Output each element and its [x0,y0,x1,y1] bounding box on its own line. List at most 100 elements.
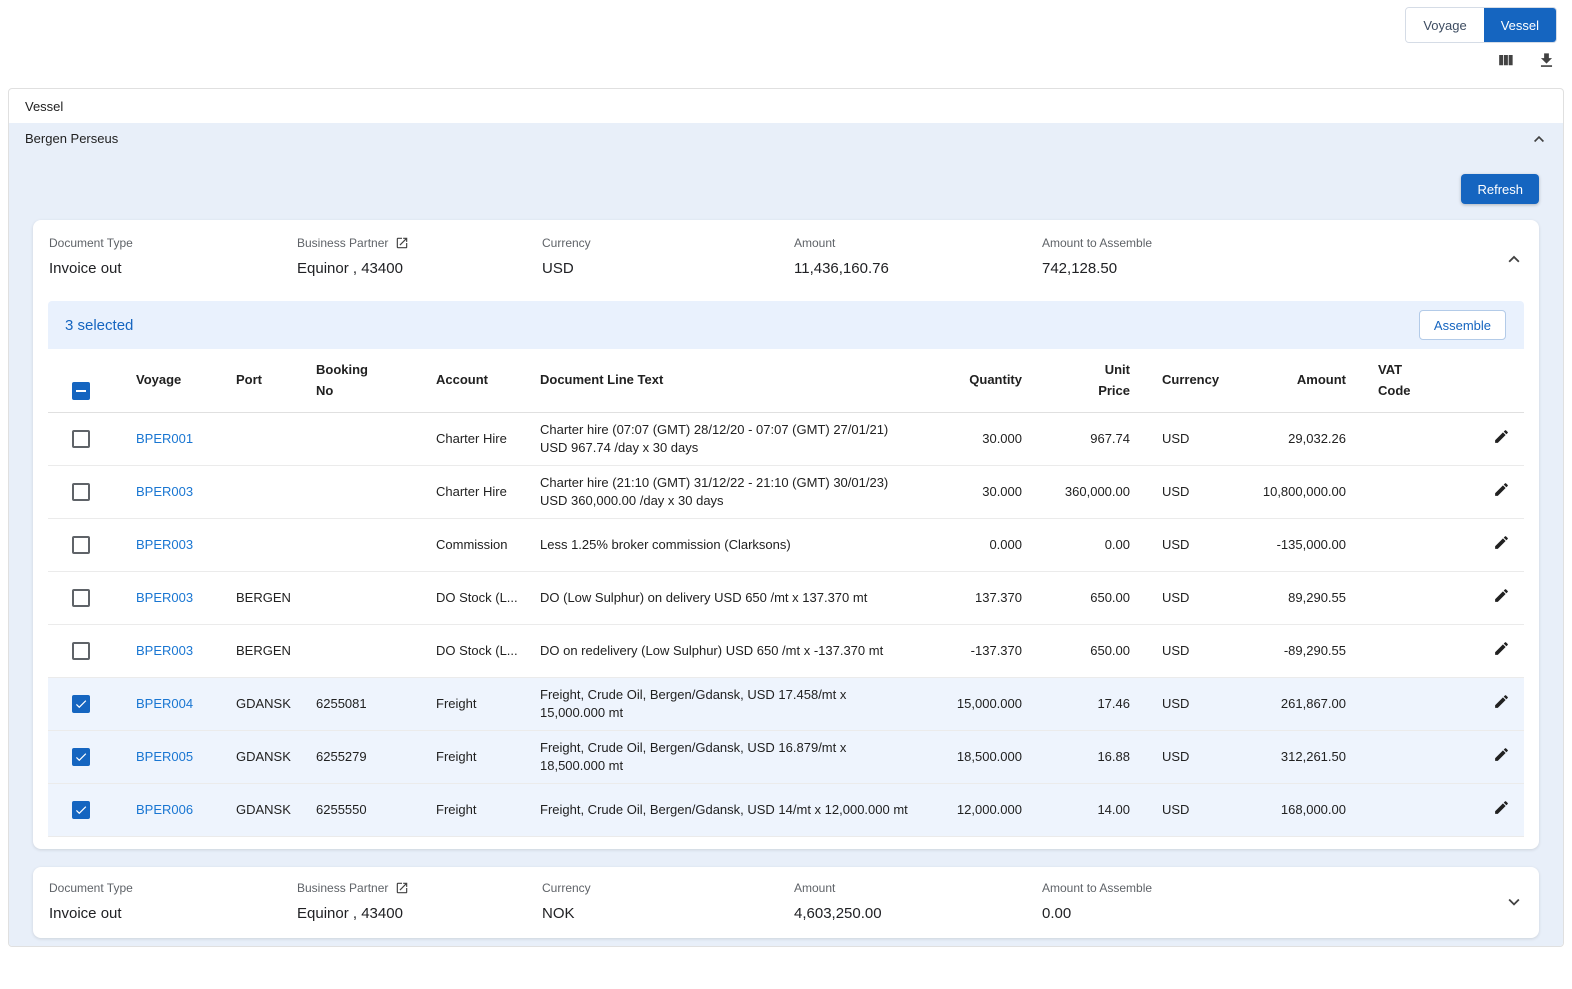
currency-cell: USD [1130,802,1250,819]
row-checkbox[interactable] [72,695,90,713]
row-checkbox[interactable] [72,801,90,819]
currency-cell: USD [1130,590,1250,607]
amount-cell: 168,000.00 [1250,802,1346,819]
amount-to-assemble-label: Amount to Assemble [1042,881,1523,895]
unit-price-cell: 967.74 [1022,431,1130,448]
unit-price-cell: 360,000.00 [1022,484,1130,501]
col-header-quantity: Quantity [922,370,1022,391]
voyage-link[interactable]: BPER006 [136,802,193,817]
amount-to-assemble-field: Amount to Assemble 742,128.50 [1042,236,1523,277]
expand-chevron-down-icon[interactable] [1503,891,1525,913]
chevron-up-icon[interactable] [1529,129,1549,149]
edit-icon[interactable] [1493,587,1510,604]
row-checkbox-cell [48,642,136,660]
amount-to-assemble-value: 0.00 [1042,905,1523,922]
quantity-cell: 0.000 [922,537,1022,554]
table-row: BPER003 BERGEN DO Stock (L... DO (Low Su… [48,572,1524,625]
business-partner-field: Business Partner Equinor , 43400 [297,881,542,922]
amount-label: Amount [794,236,1042,250]
currency-cell: USD [1130,537,1250,554]
document-line-text-cell: Charter hire (07:07 (GMT) 28/12/20 - 07:… [540,421,922,456]
account-cell: Freight [436,802,540,819]
account-cell: Freight [436,696,540,713]
vessel-accordion-content: Refresh Document Type Invoice out Busine… [9,154,1563,946]
unit-price-cell: 0.00 [1022,537,1130,554]
document-header: Document Type Invoice out Business Partn… [33,867,1539,938]
row-checkbox-cell [48,695,136,713]
document-card-nok: Document Type Invoice out Business Partn… [33,867,1539,938]
row-checkbox[interactable] [72,430,90,448]
edit-icon[interactable] [1493,746,1510,763]
collapse-chevron-up-icon[interactable] [1503,248,1525,270]
document-type-value: Invoice out [49,260,297,277]
quantity-cell: 12,000.000 [922,802,1022,819]
document-line-text-cell: Less 1.25% broker commission (Clarksons) [540,536,922,554]
edit-cell [1446,799,1524,821]
document-line-text-cell: DO (Low Sulphur) on delivery USD 650 /mt… [540,589,922,607]
view-toggle-group: Voyage Vessel [1405,7,1557,43]
col-header-vat-code: VAT Code [1346,360,1446,402]
voyage-cell: BPER004 [136,696,236,713]
columns-icon[interactable] [1496,51,1515,70]
row-checkbox[interactable] [72,536,90,554]
document-type-label: Document Type [49,236,297,250]
business-partner-label: Business Partner [297,236,388,250]
amount-to-assemble-value: 742,128.50 [1042,260,1523,277]
row-checkbox[interactable] [72,589,90,607]
row-checkbox[interactable] [72,748,90,766]
port-cell: GDANSK [236,802,316,819]
quantity-cell: 15,000.000 [922,696,1022,713]
select-all-checkbox[interactable] [72,382,90,400]
amount-cell: 29,032.26 [1250,431,1346,448]
quantity-cell: 18,500.000 [922,749,1022,766]
edit-icon[interactable] [1493,481,1510,498]
row-checkbox-cell [48,748,136,766]
voyage-toggle-button[interactable]: Voyage [1406,8,1483,42]
currency-value: USD [542,260,794,277]
external-link-icon[interactable] [395,236,409,250]
external-link-icon[interactable] [395,881,409,895]
voyage-link[interactable]: BPER005 [136,749,193,764]
vessel-accordion-header[interactable]: Bergen Perseus [9,123,1563,154]
topbar: Voyage Vessel [0,0,1572,88]
table-toolbar [1496,51,1556,70]
voyage-link[interactable]: BPER003 [136,643,193,658]
document-type-label: Document Type [49,881,297,895]
quantity-cell: -137.370 [922,643,1022,660]
edit-icon[interactable] [1493,693,1510,710]
edit-icon[interactable] [1493,428,1510,445]
edit-icon[interactable] [1493,799,1510,816]
select-all-cell [48,360,136,402]
voyage-cell: BPER006 [136,802,236,819]
port-cell: BERGEN [236,590,316,607]
vessel-toggle-button[interactable]: Vessel [1484,8,1556,42]
edit-icon[interactable] [1493,640,1510,657]
unit-price-cell: 650.00 [1022,643,1130,660]
edit-icon[interactable] [1493,534,1510,551]
edit-cell [1446,746,1524,768]
row-checkbox[interactable] [72,642,90,660]
voyage-cell: BPER003 [136,484,236,501]
edit-cell [1446,534,1524,556]
edit-cell [1446,640,1524,662]
table-row: BPER003 Commission Less 1.25% broker com… [48,519,1524,572]
row-checkbox[interactable] [72,483,90,501]
amount-cell: 312,261.50 [1250,749,1346,766]
booking-no-cell: 6255550 [316,802,436,819]
voyage-link[interactable]: BPER004 [136,696,193,711]
currency-field: Currency USD [542,236,794,277]
selection-bar: 3 selected Assemble [48,301,1524,349]
voyage-link[interactable]: BPER003 [136,484,193,499]
download-icon[interactable] [1537,51,1556,70]
currency-cell: USD [1130,696,1250,713]
assemble-button[interactable]: Assemble [1419,310,1506,340]
voyage-link[interactable]: BPER003 [136,590,193,605]
voyage-link[interactable]: BPER001 [136,431,193,446]
voyage-link[interactable]: BPER003 [136,537,193,552]
account-cell: Charter Hire [436,431,540,448]
row-checkbox-cell [48,430,136,448]
amount-to-assemble-field: Amount to Assemble 0.00 [1042,881,1523,922]
amount-cell: 261,867.00 [1250,696,1346,713]
refresh-button[interactable]: Refresh [1461,174,1539,204]
quantity-cell: 137.370 [922,590,1022,607]
